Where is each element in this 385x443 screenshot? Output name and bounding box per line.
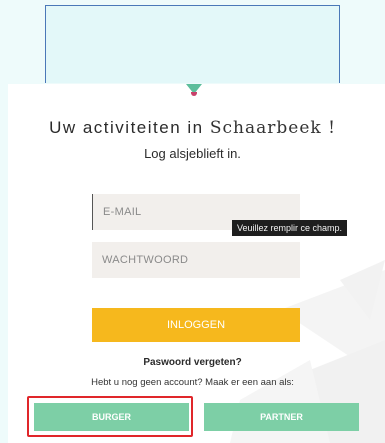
forgot-password-link[interactable]: Paswoord vergeten? bbox=[0, 357, 385, 368]
title-place: Schaarbeek ! bbox=[209, 118, 336, 138]
password-input[interactable] bbox=[92, 242, 300, 278]
page-subtitle: Log alsjeblieft in. bbox=[144, 146, 241, 161]
highlight-box bbox=[27, 396, 193, 437]
top-panel bbox=[45, 5, 340, 83]
title-prefix: Uw activiteiten in bbox=[49, 118, 204, 137]
page-title: Uw activiteiten in Schaarbeek ! bbox=[0, 118, 385, 138]
partner-button[interactable]: PARTNER bbox=[204, 403, 359, 431]
login-button[interactable]: INLOGGEN bbox=[92, 308, 300, 342]
validation-tooltip: Veuillez remplir ce champ. bbox=[232, 220, 348, 236]
no-account-text: Hebt u nog geen account? Maak er een aan… bbox=[91, 377, 294, 388]
